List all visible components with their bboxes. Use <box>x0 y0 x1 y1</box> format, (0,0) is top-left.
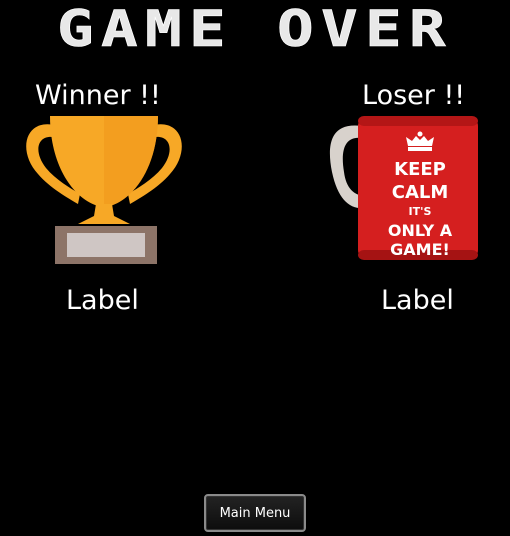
mug-text-its: IT'S <box>409 205 432 218</box>
main-menu-button[interactable]: Main Menu <box>204 494 306 532</box>
game-over-title: GAME OVER <box>55 6 455 52</box>
winner-name-label: Label <box>66 285 139 316</box>
mug-text-game: GAME! <box>390 240 450 259</box>
trophy-icon <box>18 112 190 268</box>
game-over-title-text: GAME OVER <box>57 6 453 52</box>
mug-text-only-a: ONLY A <box>388 221 453 240</box>
loser-heading: Loser !! <box>362 80 466 111</box>
mug-icon: KEEP CALM IT'S ONLY A GAME! <box>328 112 480 264</box>
mug-text-calm: CALM <box>392 182 449 203</box>
mug-text-keep: KEEP <box>394 159 446 180</box>
loser-name-label: Label <box>381 285 454 316</box>
winner-heading: Winner !! <box>35 80 161 111</box>
